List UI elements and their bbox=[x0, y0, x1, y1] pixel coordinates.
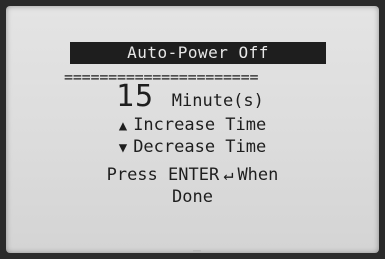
timeout-unit: Minute(s) bbox=[171, 91, 264, 111]
enter-prompt-text: Press ENTER bbox=[106, 165, 220, 185]
increase-time-label: Increase Time bbox=[133, 115, 267, 135]
enter-prompt-when: When bbox=[237, 165, 279, 185]
timeout-value-row: 15 Minute(s) bbox=[116, 80, 264, 114]
increase-time-hint: ▲ Increase Time bbox=[6, 114, 379, 137]
enter-prompt-line1: Press ENTER ↵ When bbox=[6, 164, 379, 186]
decrease-time-label: Decrease Time bbox=[133, 137, 267, 157]
device-screen: Auto-Power Off ====================== 15… bbox=[6, 6, 379, 253]
timeout-value: 15 bbox=[116, 79, 155, 114]
screen-bottom-mark bbox=[193, 250, 201, 252]
enter-key-icon: ↵ bbox=[223, 165, 234, 185]
decrease-time-hint: ▼ Decrease Time bbox=[6, 136, 379, 159]
menu-title: Auto-Power Off bbox=[70, 42, 326, 64]
up-arrow-icon: ▲ bbox=[118, 118, 128, 134]
down-arrow-icon: ▼ bbox=[118, 140, 128, 156]
enter-prompt-line2: Done bbox=[172, 187, 213, 207]
